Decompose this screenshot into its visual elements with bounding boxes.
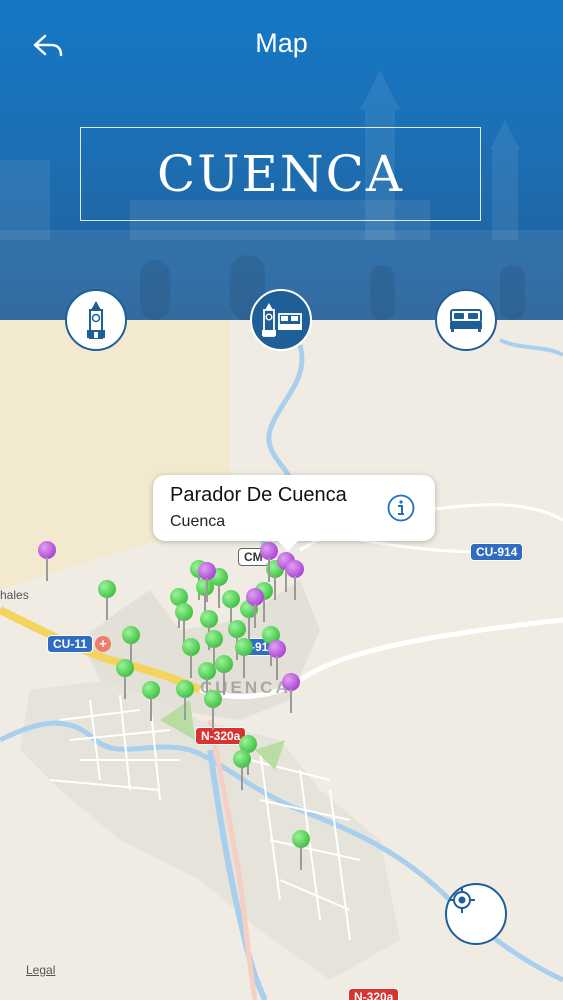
tower-and-bed-icon	[262, 303, 302, 337]
clock-tower-icon	[87, 301, 105, 339]
hospital-icon: +	[95, 636, 111, 652]
map-callout[interactable]: Parador De Cuenca Cuenca	[153, 475, 435, 551]
locate-button[interactable]	[445, 883, 507, 945]
city-title-box: CUENCA	[80, 127, 481, 221]
screen-title: Map	[255, 28, 308, 58]
category-attractions-button[interactable]	[65, 289, 127, 351]
info-icon	[387, 494, 415, 522]
city-title: CUENCA	[156, 145, 404, 203]
callout-title: Parador De Cuenca	[170, 484, 347, 506]
callout-subtitle: Cuenca	[170, 513, 226, 530]
map-view[interactable]: CU-914 CU-11 N-320a N-320a CM -91 + hale…	[0, 320, 563, 1000]
info-button[interactable]	[387, 494, 415, 522]
road-label-n320a-bottom: N-320a	[348, 988, 400, 1000]
header: Map CUENCA	[0, 0, 563, 320]
bed-icon	[450, 309, 482, 332]
legal-link[interactable]: Legal	[26, 963, 55, 977]
locate-crosshair-icon	[449, 887, 475, 913]
category-hotels-button[interactable]	[435, 289, 497, 351]
category-all-button[interactable]	[250, 289, 312, 351]
road-label-cu11: CU-11	[47, 635, 94, 653]
road-label-cu914: CU-914	[470, 543, 524, 561]
edge-street-label: hales	[0, 588, 29, 602]
